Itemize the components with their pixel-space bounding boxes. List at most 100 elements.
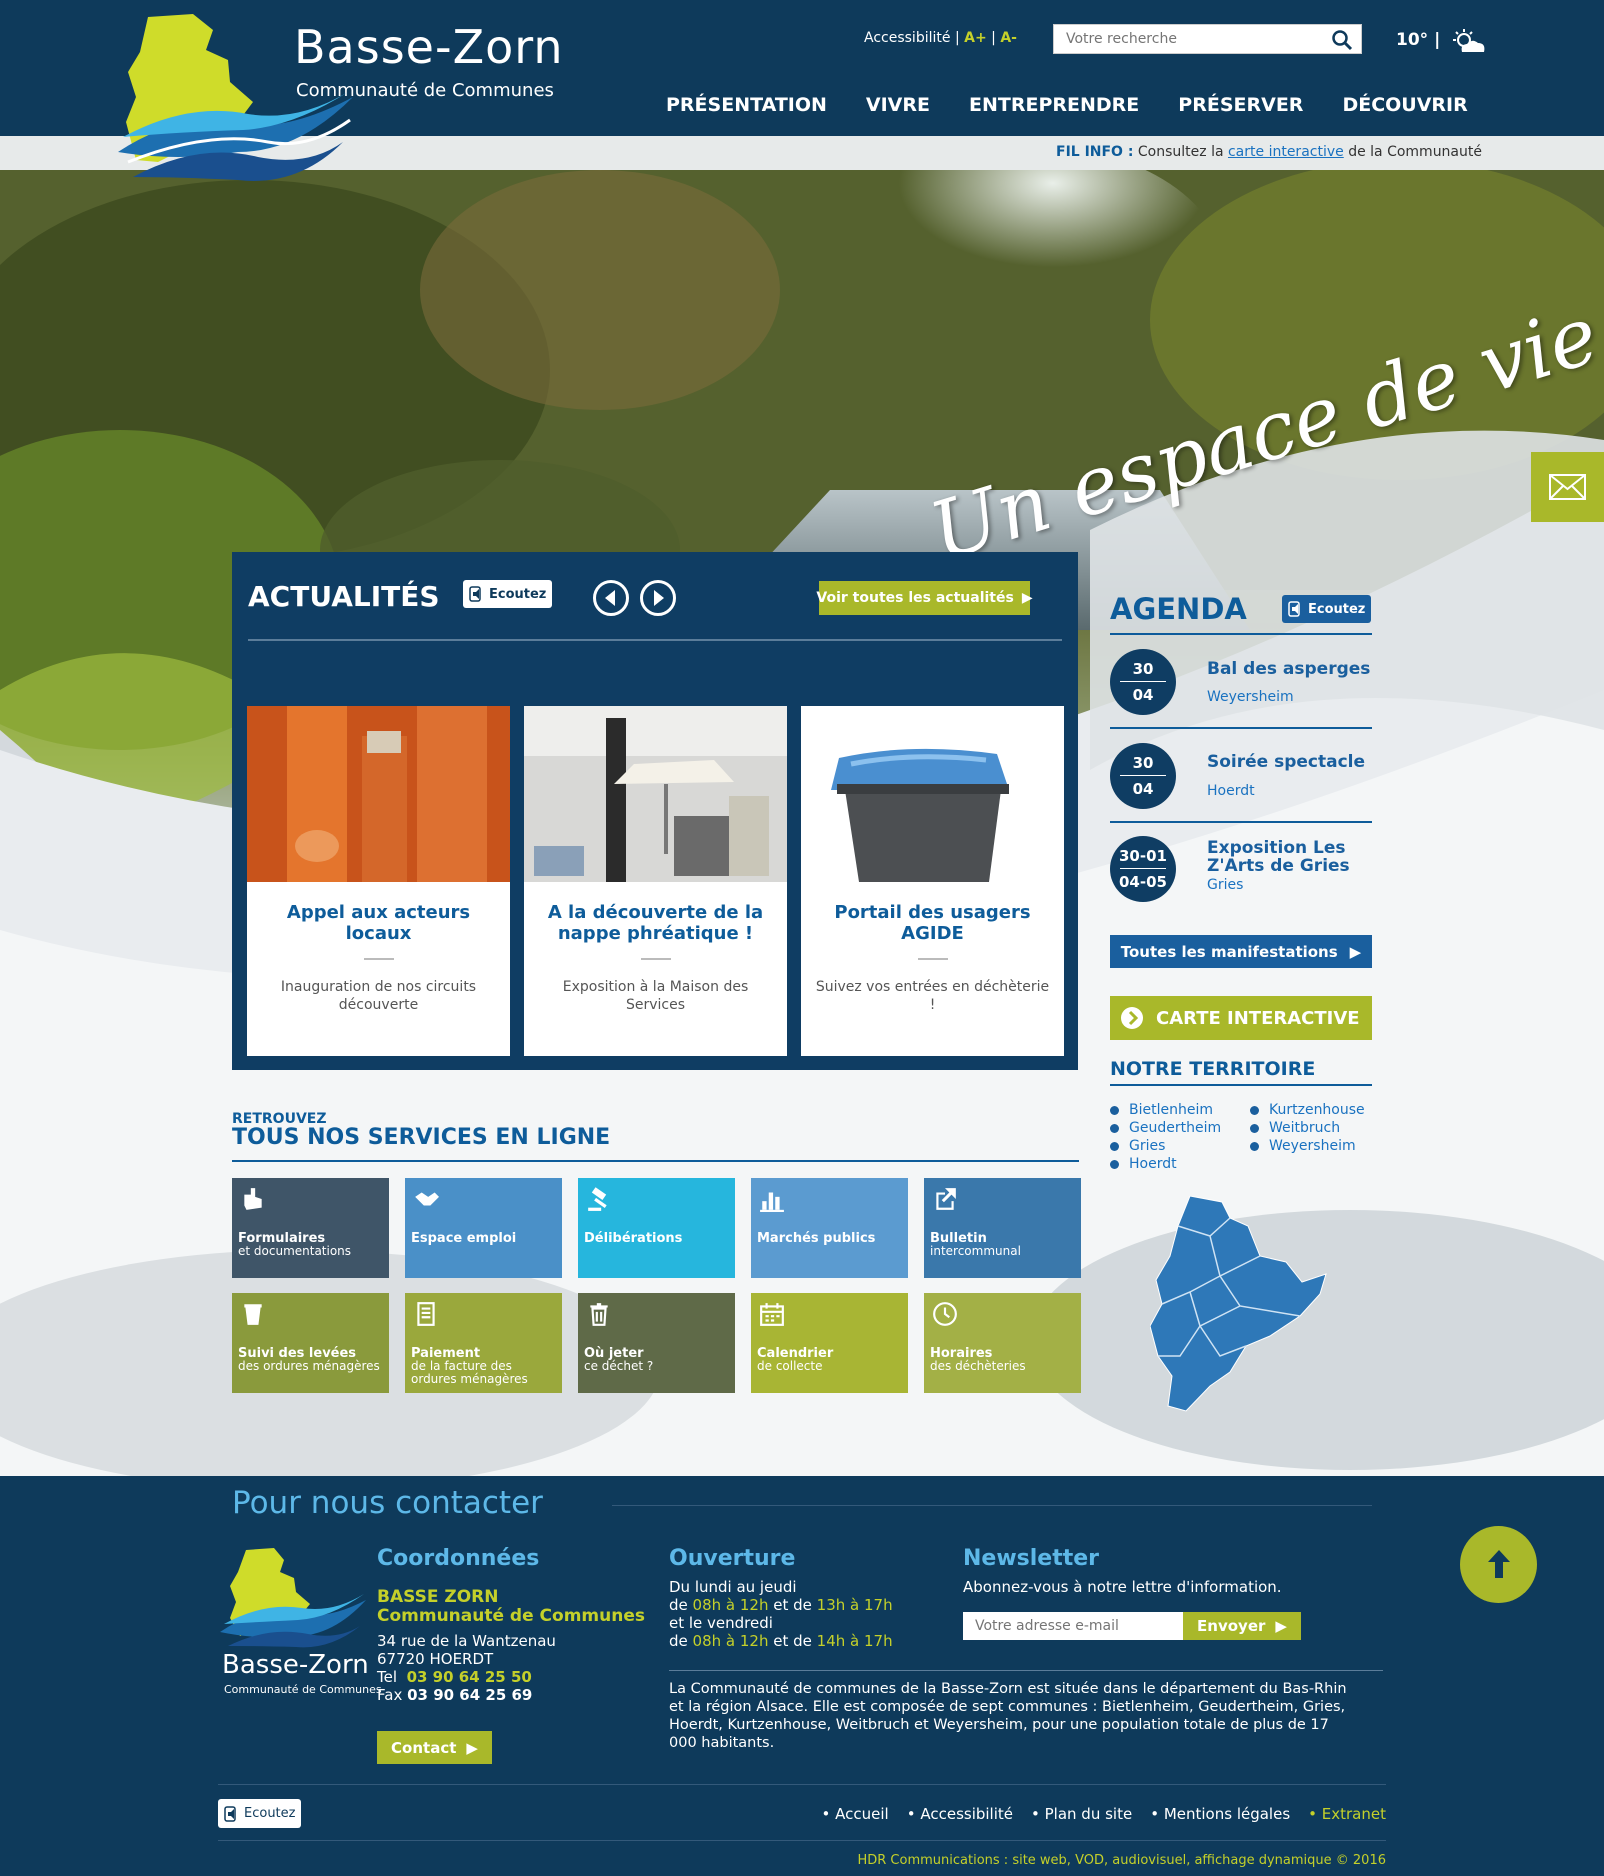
footer-link-legal[interactable]: Mentions légales [1150,1805,1290,1823]
divider [1110,821,1372,823]
divider [364,958,394,960]
cloud-sun-icon [1453,29,1485,52]
search-input[interactable] [1054,25,1314,53]
footer-logo[interactable] [218,1548,368,1648]
agenda-title: AGENDA [1110,592,1247,626]
territory-link[interactable]: Kurtzenhouse [1250,1101,1365,1119]
submit-label: Envoyer [1197,1617,1266,1635]
event-title[interactable]: Exposition Les Z'Arts de Gries [1207,839,1350,875]
hours-line: et le vendredi [669,1614,773,1632]
news-card[interactable]: A la découverte de la nappe phréatique !… [524,706,787,1056]
handshake-icon [415,1192,439,1206]
divider [641,958,671,960]
news-card[interactable]: Portail des usagers AGIDE Suivez vos ent… [801,706,1064,1056]
interactive-map-button[interactable]: CARTE INTERACTIVE [1110,996,1372,1040]
service-public-tenders[interactable]: Marchés publics [751,1178,908,1278]
footer-brand-title: Basse-Zorn [222,1650,369,1680]
divider [1110,727,1372,729]
footer-link-sitemap[interactable]: Plan du site [1031,1805,1132,1823]
divider [218,1840,1386,1841]
service-collection-calendar[interactable]: Calendrier de collecte [751,1293,908,1393]
event-month: 04 [1132,686,1154,704]
territory-link[interactable]: Hoerdt [1110,1155,1221,1173]
news-card-image [801,706,1064,882]
news-title: ACTUALITÉS [248,580,440,613]
divider [232,1160,1079,1162]
site-logo[interactable] [118,12,358,190]
back-to-top-button[interactable] [1460,1526,1537,1603]
territory-link[interactable]: Geudertheim [1110,1119,1221,1137]
footer-link-accessibility[interactable]: Accessibilité [907,1805,1013,1823]
territory-map[interactable] [1150,1196,1340,1418]
service-employment[interactable]: Espace emploi [405,1178,562,1278]
all-news-button[interactable]: Voir toutes les actualités ▶ [816,581,1033,615]
all-events-label: Toutes les manifestations [1120,942,1338,961]
speaker-icon [224,1805,236,1822]
footer-link-home[interactable]: Accueil [822,1805,889,1823]
footer-link-extranet[interactable]: Extranet [1308,1805,1386,1823]
hours-value: 14h à 17h [816,1632,893,1650]
previous-arrow-icon[interactable] [592,579,630,617]
territory-list: Bietlenheim Geudertheim Gries Hoerdt [1110,1101,1221,1173]
hand-icon [244,1188,262,1210]
newsletter-email-input[interactable] [963,1612,1183,1640]
phone-number[interactable]: 03 90 64 25 50 [407,1668,532,1686]
service-label-bold: Délibérations [584,1231,683,1246]
newsletter-submit-button[interactable]: Envoyer ▶ [1183,1612,1301,1640]
territory-list: Kurtzenhouse Weitbruch Weyersheim [1250,1101,1365,1155]
coordinates-title: Coordonnées [377,1546,540,1571]
nav-presentation[interactable]: PRÉSENTATION [666,94,827,116]
service-label-text: et documentations [238,1244,352,1258]
nav-preserver[interactable]: PRÉSERVER [1178,94,1303,116]
nav-entreprendre[interactable]: ENTREPRENDRE [969,94,1139,116]
event-day: 30 [1132,660,1154,678]
all-events-button[interactable]: Toutes les manifestations ▶ [1110,935,1372,968]
territory-link[interactable]: Weyersheim [1250,1137,1365,1155]
service-label: Bulletin intercommunal [930,1232,1078,1258]
newsletter-title: Newsletter [963,1546,1100,1571]
territory-link[interactable]: Bietlenheim [1110,1101,1221,1119]
organization-name-line: BASSE ZORN [377,1587,499,1607]
search-icon[interactable] [1331,29,1353,51]
service-label-bold: Marchés publics [757,1231,876,1246]
arrow-circle-icon [1121,1007,1143,1029]
service-forms[interactable]: Formulaires et documentations [232,1178,389,1278]
nav-vivre[interactable]: VIVRE [866,94,930,116]
font-increase-button[interactable]: A+ [964,30,987,46]
info-ticker-text: FIL INFO : Consultez la carte interactiv… [1056,144,1482,160]
listen-button[interactable]: Ecoutez [218,1799,302,1828]
territory-link[interactable]: Gries [1110,1137,1221,1155]
territory-link[interactable]: Weitbruch [1250,1119,1365,1137]
service-bulletin[interactable]: Bulletin intercommunal [924,1178,1081,1278]
service-waste-sorting[interactable]: Où jeter ce déchet ? [578,1293,735,1393]
font-decrease-button[interactable]: A- [1000,30,1017,46]
service-recycling-hours[interactable]: Horaires des déchèteries [924,1293,1081,1393]
nav-decouvrir[interactable]: DÉCOUVRIR [1342,94,1467,116]
event-title[interactable]: Soirée spectacle [1207,753,1365,771]
listen-button[interactable]: Ecoutez [463,580,553,608]
service-waste-payment[interactable]: Paiement de la facture des ordures ménagè… [405,1293,562,1393]
mail-tab[interactable] [1531,452,1604,522]
event-title[interactable]: Bal des asperges [1207,660,1370,678]
divider [612,1505,1372,1506]
listen-button[interactable]: Ecoutez [1282,595,1372,623]
service-deliberations[interactable]: Délibérations [578,1178,735,1278]
service-label-text: des ordures ménagères [238,1359,380,1373]
listen-label: Ecoutez [1308,601,1366,617]
opening-title: Ouverture [669,1546,796,1571]
interactive-map-link[interactable]: carte interactive [1228,144,1344,160]
next-arrow-icon[interactable] [639,579,677,617]
service-label-text: ce déchet ? [584,1359,654,1373]
credits-text[interactable]: HDR Communications : site web, VOD, audi… [857,1853,1386,1868]
divider [1110,633,1372,635]
temperature-value: 10° [1396,30,1429,50]
territory-title: NOTRE TERRITOIRE [1110,1058,1316,1080]
service-waste-tracking[interactable]: Suivi des levées des ordures ménagères [232,1293,389,1393]
news-card[interactable]: Appel aux acteurs locaux Inauguration de… [247,706,510,1056]
ticker-text: de la Communauté [1348,144,1482,160]
news-card-title: A la découverte de la nappe phréatique ! [547,902,764,944]
event-date-badge: 30 04 [1110,743,1176,809]
event-month: 04-05 [1119,873,1167,891]
contact-button[interactable]: Contact ▶ [377,1731,492,1764]
accessibility-link[interactable]: Accessibilité [864,30,950,46]
